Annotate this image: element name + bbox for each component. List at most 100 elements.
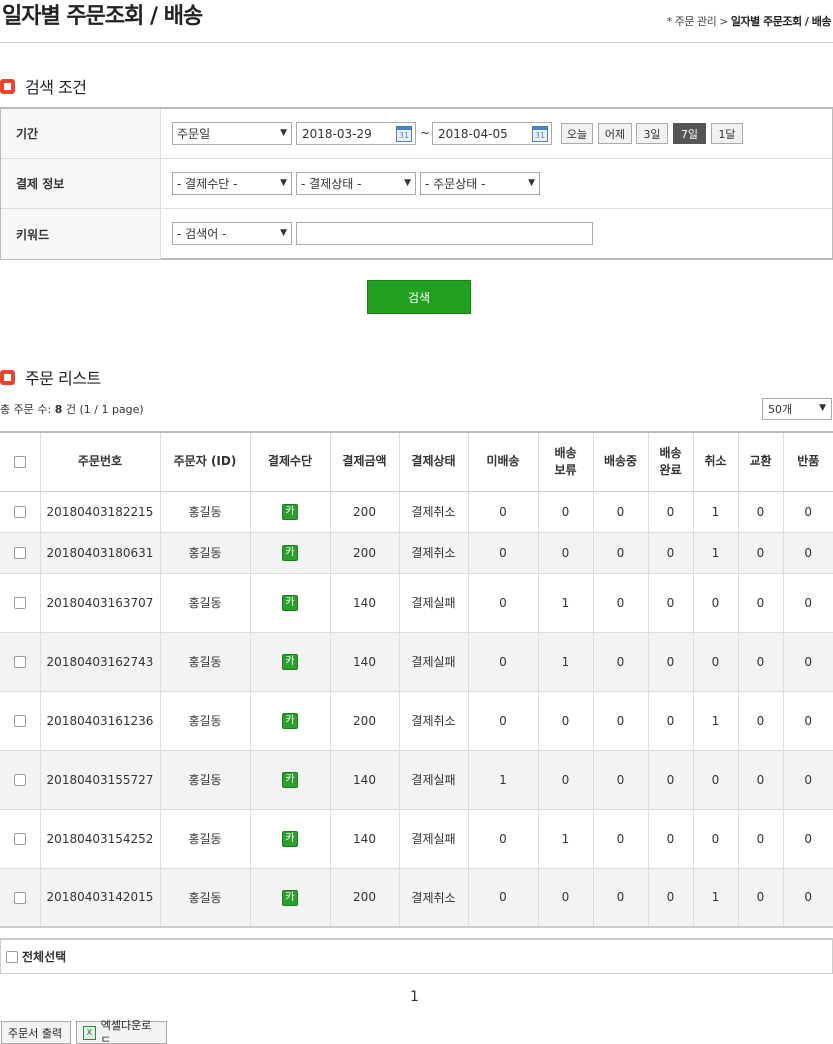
order-number[interactable]: 20180403142015 — [40, 868, 161, 928]
customer-name: 홍길동 — [160, 691, 251, 751]
cancel-count: 0 — [693, 809, 739, 869]
quick-today-button[interactable]: 오늘 — [561, 123, 593, 144]
table-row[interactable]: 20180403142015 홍길동 카 200 결제취소 0 0 0 0 1 0 0 — [0, 868, 833, 928]
undelivered-count[interactable]: 0 — [468, 532, 539, 574]
row-checkbox[interactable] — [13, 715, 26, 727]
excel-download-button[interactable]: X 엑셀다운로드 — [76, 1019, 167, 1044]
table-row[interactable]: 20180403180631 홍길동 카 200 결제취소 0 0 0 0 1 0 0 — [0, 532, 833, 574]
col-undelivered[interactable]: 미배송 — [468, 432, 539, 492]
hold-count[interactable]: 0 — [538, 532, 594, 574]
payment-method-cell: 카 — [250, 868, 331, 928]
quick-yesterday-button[interactable]: 어제 — [598, 123, 632, 144]
breadcrumb-parent[interactable]: * 주문 관리 > — [667, 15, 729, 28]
col-hold[interactable]: 배송 보류 — [538, 432, 594, 492]
col-order-no[interactable]: 주문번호 — [40, 432, 161, 492]
breadcrumb-current: 일자별 주문조회 / 배송 — [730, 15, 832, 28]
row-checkbox-cell[interactable] — [0, 573, 41, 633]
shipping-count: 0 — [593, 809, 649, 869]
table-row[interactable]: 20180403155727 홍길동 카 140 결제실패 1 0 0 0 0 0 0 — [0, 750, 833, 810]
row-checkbox[interactable] — [13, 547, 26, 559]
hold-count[interactable]: 1 — [538, 809, 594, 869]
hold-count[interactable]: 1 — [538, 573, 594, 633]
quick-7days-button[interactable]: 7일 — [673, 123, 706, 144]
date-type-select[interactable]: 주문일 ▼ — [172, 122, 292, 145]
exchange-count: 0 — [738, 750, 784, 810]
order-status-select[interactable]: - 주문상태 - ▼ — [420, 172, 540, 195]
keyword-input[interactable] — [296, 222, 593, 245]
date-to-input[interactable]: 2018-04-05 31 — [432, 122, 552, 145]
undelivered-count[interactable]: 0 — [468, 491, 539, 533]
order-number[interactable]: 20180403162743 — [40, 632, 161, 692]
row-checkbox[interactable] — [13, 656, 26, 668]
row-checkbox-cell[interactable] — [0, 750, 41, 810]
table-row[interactable]: 20180403182215 홍길동 카 200 결제취소 0 0 0 0 1 0 0 — [0, 491, 833, 533]
hold-count[interactable]: 0 — [538, 868, 594, 928]
payment-status-select[interactable]: - 결제상태 - ▼ — [296, 172, 416, 195]
search-button[interactable]: 검색 — [367, 280, 471, 314]
order-number[interactable]: 20180403161236 — [40, 691, 161, 751]
hold-count[interactable]: 0 — [538, 691, 594, 751]
undelivered-count[interactable]: 0 — [468, 868, 539, 928]
table-row[interactable]: 20180403163707 홍길동 카 140 결제실패 0 1 0 0 0 0 0 — [0, 573, 833, 633]
orders-table-body: 20180403182215 홍길동 카 200 결제취소 0 0 0 0 1 0 0 20180403… — [0, 491, 833, 928]
hold-count[interactable]: 0 — [538, 491, 594, 533]
table-row[interactable]: 20180403162743 홍길동 카 140 결제실패 0 1 0 0 0 0 0 — [0, 632, 833, 692]
chevron-down-icon: ▼ — [280, 228, 287, 238]
customer-name: 홍길동 — [160, 868, 251, 928]
row-checkbox[interactable] — [13, 774, 26, 786]
row-checkbox-cell[interactable] — [0, 532, 41, 574]
col-exchange[interactable]: 교환 — [738, 432, 784, 492]
print-orders-button[interactable]: 주문서 출력 — [1, 1021, 71, 1044]
pagination-current-page[interactable]: 1 — [410, 989, 419, 1005]
undelivered-count[interactable]: 0 — [468, 809, 539, 869]
quick-3days-button[interactable]: 3일 — [636, 123, 668, 144]
col-cancel[interactable]: 취소 — [693, 432, 739, 492]
row-checkbox-cell[interactable] — [0, 491, 41, 533]
undelivered-count[interactable]: 0 — [468, 632, 539, 692]
col-payment-status[interactable]: 결제상태 — [399, 432, 469, 492]
col-return[interactable]: 반품 — [783, 432, 833, 492]
row-checkbox[interactable] — [13, 506, 26, 518]
breadcrumb: * 주문 관리 > 일자별 주문조회 / 배송 — [667, 13, 832, 29]
row-checkbox-cell[interactable] — [0, 809, 41, 869]
undelivered-count[interactable]: 0 — [468, 691, 539, 751]
select-all-label[interactable]: 전체선택 — [22, 948, 66, 965]
col-customer[interactable]: 주문자 (ID) — [160, 432, 251, 492]
shipping-count: 0 — [593, 491, 649, 533]
payment-status: 결제취소 — [399, 868, 469, 928]
row-checkbox-cell[interactable] — [0, 691, 41, 751]
keyword-type-value: - 검색어 - — [177, 227, 227, 241]
quick-1month-button[interactable]: 1달 — [711, 123, 743, 144]
order-number[interactable]: 20180403154252 — [40, 809, 161, 869]
shipping-count: 0 — [593, 750, 649, 810]
hold-count[interactable]: 0 — [538, 750, 594, 810]
col-shipping[interactable]: 배송중 — [593, 432, 649, 492]
order-list-label: 주문 리스트 — [25, 369, 101, 388]
row-checkbox[interactable] — [13, 597, 26, 609]
order-number[interactable]: 20180403163707 — [40, 573, 161, 633]
col-delivered[interactable]: 배송 완료 — [648, 432, 694, 492]
order-number[interactable]: 20180403182215 — [40, 491, 161, 533]
hold-count[interactable]: 1 — [538, 632, 594, 692]
calendar-icon[interactable]: 31 — [396, 126, 412, 142]
col-payment-method[interactable]: 결제수단 — [250, 432, 331, 492]
undelivered-count[interactable]: 0 — [468, 573, 539, 633]
row-checkbox-cell[interactable] — [0, 632, 41, 692]
table-row[interactable]: 20180403161236 홍길동 카 200 결제취소 0 0 0 0 1 0 0 — [0, 691, 833, 751]
select-all-bottom-checkbox[interactable] — [6, 950, 18, 963]
order-number[interactable]: 20180403155727 — [40, 750, 161, 810]
page-size-select[interactable]: 50개 ▼ — [762, 398, 832, 420]
date-from-input[interactable]: 2018-03-29 31 — [296, 122, 416, 145]
row-checkbox[interactable] — [13, 833, 26, 845]
delivered-count: 0 — [648, 491, 694, 533]
select-all-checkbox[interactable] — [13, 455, 26, 468]
calendar-icon[interactable]: 31 — [532, 126, 548, 142]
row-checkbox-cell[interactable] — [0, 868, 41, 928]
keyword-type-select[interactable]: - 검색어 - ▼ — [172, 222, 292, 245]
table-row[interactable]: 20180403154252 홍길동 카 140 결제실패 0 1 0 0 0 0 0 — [0, 809, 833, 869]
payment-method-select[interactable]: - 결제수단 - ▼ — [172, 172, 292, 195]
col-amount[interactable]: 결제금액 — [330, 432, 400, 492]
order-number[interactable]: 20180403180631 — [40, 532, 161, 574]
row-checkbox[interactable] — [13, 891, 26, 904]
undelivered-count[interactable]: 1 — [468, 750, 539, 810]
